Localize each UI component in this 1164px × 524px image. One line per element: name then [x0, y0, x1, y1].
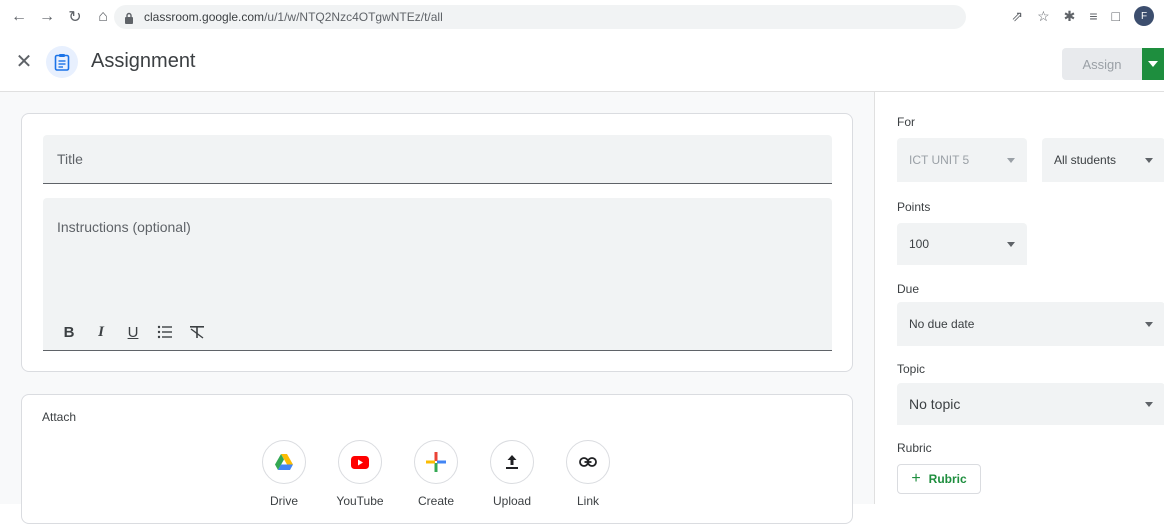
due-label: Due	[897, 282, 920, 296]
class-select[interactable]: ICT UNIT 5	[897, 138, 1027, 182]
reading-list-icon[interactable]: ≡	[1089, 8, 1097, 24]
due-select[interactable]: No due date	[897, 302, 1164, 346]
instructions-field[interactable]: Instructions (optional) B I U	[43, 198, 832, 351]
url-host: classroom.google.com	[144, 10, 265, 24]
topic-label: Topic	[897, 362, 926, 376]
bulleted-list-button[interactable]	[151, 320, 179, 344]
browser-toolbar: ← → ↻ ⌂ classroom.google.com/u/1/w/NTQ2N…	[0, 0, 1164, 34]
instructions-placeholder: Instructions (optional)	[57, 219, 191, 235]
attach-drive-label: Drive	[269, 494, 298, 508]
address-bar[interactable]: classroom.google.com/u/1/w/NTQ2Nzc4OTgwN…	[114, 5, 966, 29]
share-icon[interactable]: ⇗	[1011, 8, 1023, 25]
attach-create-label: Create	[417, 494, 455, 508]
chevron-down-icon	[1007, 158, 1015, 163]
assignment-icon	[46, 46, 78, 78]
list-icon	[157, 325, 172, 339]
youtube-icon[interactable]	[338, 440, 382, 484]
points-select-value: 100	[909, 237, 930, 251]
add-rubric-button[interactable]: + Rubric	[897, 464, 981, 494]
attach-options: Drive YouTube Create Upload Link	[262, 440, 610, 508]
chevron-down-icon	[1145, 402, 1153, 407]
topic-select[interactable]: No topic	[897, 383, 1164, 425]
italic-button[interactable]: I	[87, 320, 115, 344]
class-select-value: ICT UNIT 5	[909, 153, 970, 167]
main-content: Title Instructions (optional) B I U Atta…	[0, 92, 874, 524]
attach-youtube-label: YouTube	[336, 494, 384, 508]
profile-avatar[interactable]: F	[1134, 6, 1154, 26]
app-header: ✕ Assignment Assign	[0, 34, 1164, 92]
for-label: For	[897, 115, 915, 129]
add-rubric-label: Rubric	[928, 472, 967, 486]
format-toolbar: B I U	[55, 320, 211, 344]
clear-formatting-button[interactable]	[183, 320, 211, 344]
underline-button[interactable]: U	[119, 320, 147, 344]
drive-icon[interactable]	[262, 440, 306, 484]
reload-icon[interactable]: ↻	[64, 6, 86, 28]
topic-select-value: No topic	[909, 396, 961, 412]
home-icon[interactable]: ⌂	[92, 6, 114, 28]
chevron-down-icon	[1145, 158, 1153, 163]
side-panel-icon[interactable]: □	[1112, 8, 1120, 24]
lock-icon	[124, 11, 134, 24]
close-icon[interactable]: ✕	[14, 52, 34, 72]
title-placeholder: Title	[57, 151, 83, 167]
attach-drive[interactable]: Drive	[262, 440, 306, 508]
assign-button[interactable]: Assign	[1062, 48, 1142, 80]
page-title: Assignment	[91, 50, 196, 72]
back-arrow-icon[interactable]: ←	[8, 6, 30, 28]
plus-icon: +	[911, 470, 921, 487]
attach-upload[interactable]: Upload	[490, 440, 534, 508]
details-card: Title Instructions (optional) B I U	[21, 113, 853, 372]
attach-link-label: Link	[576, 494, 599, 508]
points-label: Points	[897, 200, 931, 214]
settings-panel: For ICT UNIT 5 All students Points 100 D…	[874, 92, 1164, 504]
star-icon[interactable]: ☆	[1037, 8, 1050, 25]
bold-button[interactable]: B	[55, 320, 83, 344]
title-field[interactable]: Title	[43, 135, 832, 184]
students-select[interactable]: All students	[1042, 138, 1164, 182]
create-plus-icon[interactable]	[414, 440, 458, 484]
clear-format-icon	[190, 326, 204, 339]
attach-youtube[interactable]: YouTube	[336, 440, 384, 508]
chevron-down-icon	[1148, 61, 1158, 67]
students-select-value: All students	[1054, 153, 1117, 167]
attach-heading: Attach	[42, 410, 77, 424]
link-icon[interactable]	[566, 440, 610, 484]
attach-upload-label: Upload	[492, 494, 532, 508]
forward-arrow-icon[interactable]: →	[36, 6, 58, 28]
points-select[interactable]: 100	[897, 223, 1027, 265]
chevron-down-icon	[1145, 322, 1153, 327]
extensions-icon[interactable]: ✱	[1064, 8, 1076, 25]
url-text: classroom.google.com/u/1/w/NTQ2Nzc4OTgwN…	[144, 10, 443, 24]
rubric-label: Rubric	[897, 441, 932, 455]
due-select-value: No due date	[909, 317, 975, 331]
url-path: /u/1/w/NTQ2Nzc4OTgwNTEz/t/all	[264, 10, 443, 24]
attach-create[interactable]: Create	[414, 440, 458, 508]
chevron-down-icon	[1007, 242, 1015, 247]
browser-actions: ⇗ ☆ ✱ ≡ □ F	[1011, 6, 1164, 26]
attach-card: Attach Drive YouTube Create Upload Link	[21, 394, 853, 524]
attach-link[interactable]: Link	[566, 440, 610, 508]
assign-dropdown-button[interactable]	[1142, 48, 1164, 80]
upload-icon[interactable]	[490, 440, 534, 484]
browser-nav: ← → ↻ ⌂	[8, 6, 114, 28]
